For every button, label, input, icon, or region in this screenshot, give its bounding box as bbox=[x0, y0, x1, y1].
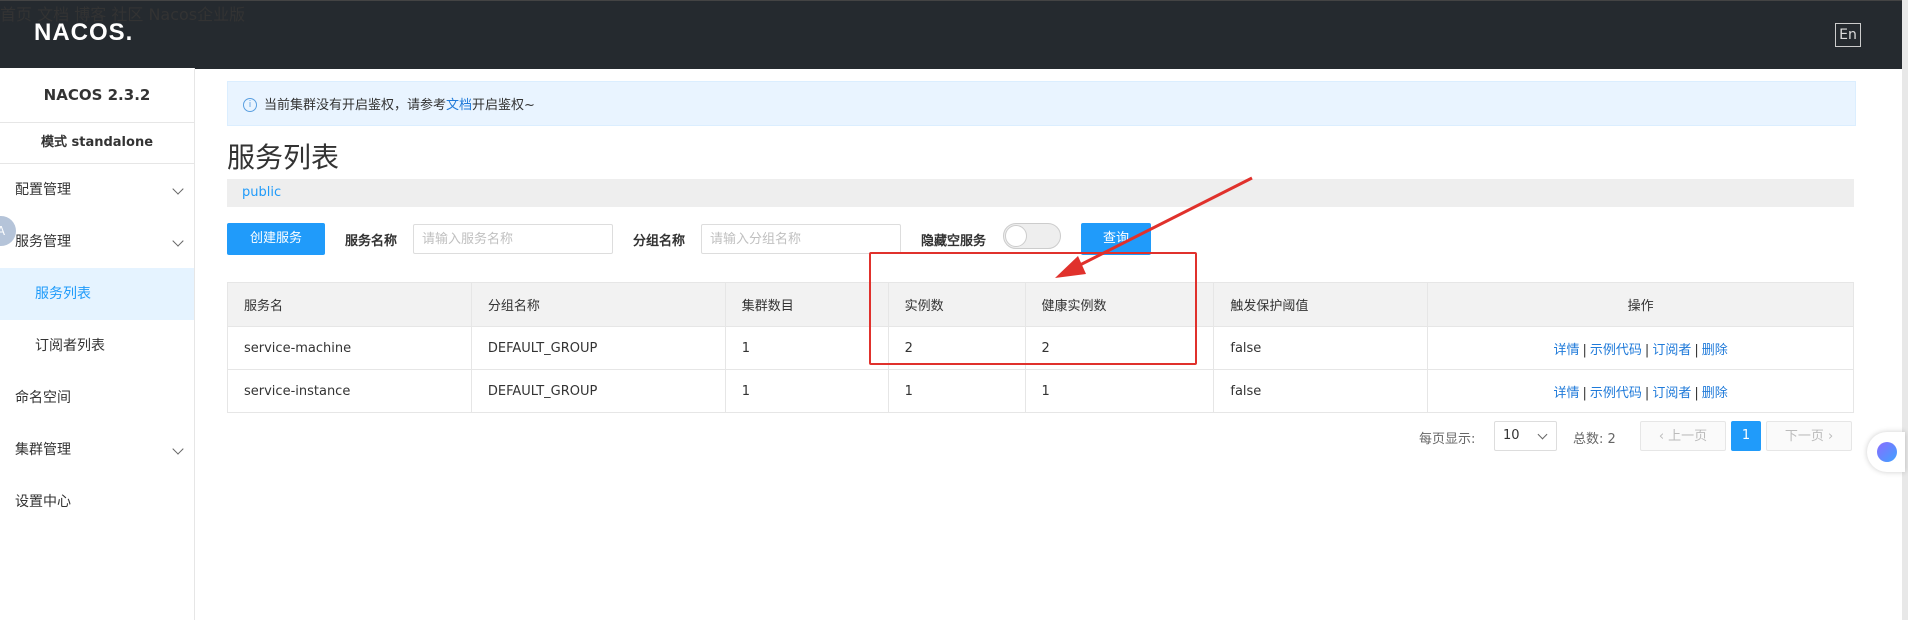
sidebar-item-label: 订阅者列表 bbox=[35, 338, 105, 354]
group-name-input[interactable] bbox=[701, 224, 901, 254]
chevron-right-icon: › bbox=[1823, 429, 1834, 444]
cell-instance-count: 1 bbox=[887, 369, 1026, 413]
toggle-knob bbox=[1005, 225, 1027, 247]
delete-link[interactable]: 删除 bbox=[1702, 386, 1728, 401]
sample-code-link[interactable]: 示例代码 bbox=[1590, 386, 1642, 401]
column-header-cluster-count[interactable]: 集群数目 bbox=[724, 282, 889, 327]
sidebar-item-config-management[interactable]: 配置管理 bbox=[0, 164, 194, 216]
sidebar-item-namespace[interactable]: 命名空间 bbox=[0, 372, 194, 424]
detail-link[interactable]: 详情 bbox=[1554, 386, 1580, 401]
auth-notice: i 当前集群没有开启鉴权，请参考文档开启鉴权~ bbox=[227, 81, 1856, 126]
chevron-down-icon bbox=[1537, 429, 1548, 440]
top-navbar: NACOS. 首页 文档 博客 社区 Nacos企业版 En bbox=[0, 0, 1902, 69]
sidebar-item-label: 服务管理 bbox=[15, 234, 71, 250]
subscriber-link[interactable]: 订阅者 bbox=[1652, 386, 1691, 401]
cell-cluster-count: 1 bbox=[724, 326, 889, 370]
page-title: 服务列表 bbox=[227, 141, 340, 174]
sidebar-mode: 模式 standalone bbox=[0, 123, 194, 164]
sidebar-item-service-management[interactable]: 服务管理 bbox=[0, 216, 194, 268]
language-toggle-button[interactable]: En bbox=[1835, 23, 1861, 47]
annotation-arrow-icon bbox=[1055, 176, 1253, 278]
nav-home[interactable]: 首页 bbox=[0, 5, 32, 24]
nacos-logo[interactable]: NACOS. bbox=[34, 19, 133, 47]
sidebar-item-label: 命名空间 bbox=[15, 390, 71, 406]
cell-operations: 详情 | 示例代码 | 订阅者 | 删除 bbox=[1427, 369, 1854, 413]
column-header-group-name[interactable]: 分组名称 bbox=[470, 282, 726, 327]
chevron-down-icon bbox=[172, 235, 184, 247]
namespace-tab-public[interactable]: public bbox=[242, 185, 281, 200]
next-page-button[interactable]: 下一页 › bbox=[1766, 421, 1852, 451]
cell-operations: 详情 | 示例代码 | 订阅者 | 删除 bbox=[1427, 326, 1854, 370]
delete-link[interactable]: 删除 bbox=[1702, 343, 1728, 358]
assistant-float-button[interactable] bbox=[1867, 432, 1905, 472]
chevron-down-icon bbox=[172, 443, 184, 455]
column-header-service-name[interactable]: 服务名 bbox=[227, 282, 472, 327]
page-size-label: 每页显示: bbox=[1419, 432, 1476, 447]
sidebar-item-settings[interactable]: 设置中心 bbox=[0, 476, 194, 528]
page-scrollbar[interactable] bbox=[1902, 0, 1908, 620]
info-icon: i bbox=[243, 98, 257, 112]
assistant-icon bbox=[1877, 442, 1897, 462]
sidebar-item-service-list[interactable]: 服务列表 bbox=[0, 268, 194, 320]
cell-healthy-count: 1 bbox=[1024, 369, 1215, 413]
column-header-operations: 操作 bbox=[1427, 282, 1854, 327]
table-row: service-instance DEFAULT_GROUP 1 1 1 fal… bbox=[227, 369, 1854, 413]
sample-code-link[interactable]: 示例代码 bbox=[1590, 343, 1642, 358]
detail-link[interactable]: 详情 bbox=[1554, 343, 1580, 358]
chevron-left-icon: ‹ bbox=[1658, 429, 1669, 444]
cell-group-name: DEFAULT_GROUP bbox=[470, 326, 726, 370]
page-size-select[interactable]: 10 bbox=[1494, 421, 1557, 451]
cell-threshold: false bbox=[1213, 326, 1429, 370]
service-name-input[interactable] bbox=[413, 224, 613, 254]
subscriber-link[interactable]: 订阅者 bbox=[1652, 343, 1691, 358]
notice-docs-link[interactable]: 文档 bbox=[446, 98, 472, 113]
total-count: 总数: 2 bbox=[1573, 432, 1616, 447]
nav-enterprise[interactable]: Nacos企业版 bbox=[148, 5, 245, 24]
sidebar-item-label: 配置管理 bbox=[15, 182, 71, 198]
sidebar-version: NACOS 2.3.2 bbox=[0, 68, 194, 123]
sidebar-item-label: 服务列表 bbox=[35, 286, 91, 302]
sidebar-item-label: 集群管理 bbox=[15, 442, 71, 458]
sidebar-item-label: 设置中心 bbox=[15, 494, 71, 510]
page-number-current[interactable]: 1 bbox=[1731, 421, 1761, 451]
prev-page-button[interactable]: ‹ 上一页 bbox=[1640, 421, 1726, 451]
cell-threshold: false bbox=[1213, 369, 1429, 413]
hide-empty-label: 隐藏空服务 bbox=[921, 234, 987, 249]
sidebar: NACOS 2.3.2 模式 standalone 配置管理 服务管理 服务列表… bbox=[0, 68, 195, 620]
group-name-label: 分组名称 bbox=[633, 234, 686, 249]
chevron-down-icon bbox=[172, 183, 184, 195]
service-name-label: 服务名称 bbox=[345, 234, 398, 249]
cell-service-name: service-machine bbox=[227, 326, 472, 370]
cell-cluster-count: 1 bbox=[724, 369, 889, 413]
cell-service-name: service-instance bbox=[227, 369, 472, 413]
sidebar-item-subscriber-list[interactable]: 订阅者列表 bbox=[0, 320, 194, 372]
create-service-button[interactable]: 创建服务 bbox=[227, 223, 325, 255]
notice-text: 当前集群没有开启鉴权，请参考文档开启鉴权~ bbox=[264, 98, 535, 113]
sidebar-item-cluster-management[interactable]: 集群管理 bbox=[0, 424, 194, 476]
cell-group-name: DEFAULT_GROUP bbox=[470, 369, 726, 413]
